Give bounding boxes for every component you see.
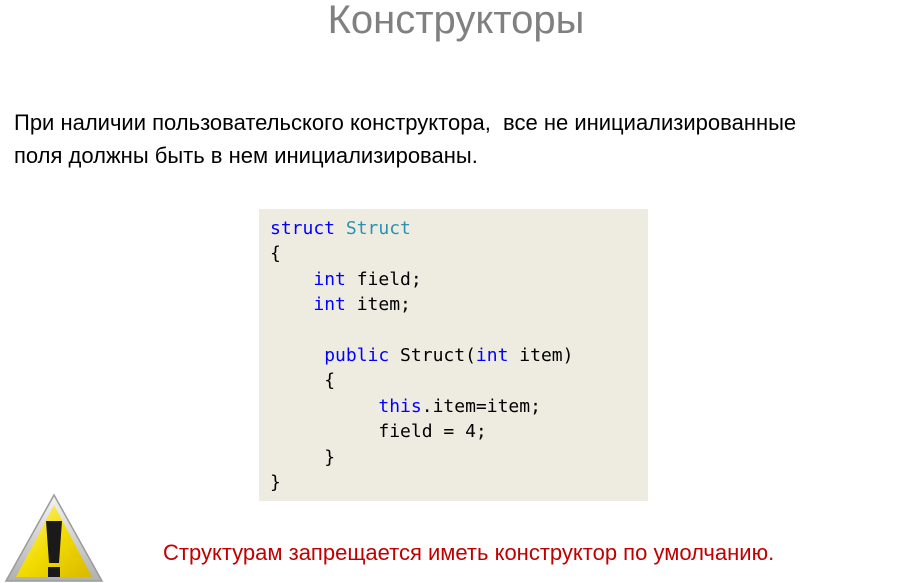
code-keyword: this (378, 395, 422, 417)
code-keyword: int (475, 344, 509, 366)
code-keyword: struct (270, 218, 336, 239)
warning-text: Структурам запрещается иметь конструктор… (163, 540, 775, 565)
code-keyword: public (324, 344, 390, 366)
code-line-1: struct Struct (270, 216, 648, 241)
code-line-3: int field; (270, 267, 648, 292)
code-line-7: { (270, 368, 648, 393)
code-text: .item=item; (421, 395, 541, 417)
code-line-2: { (270, 243, 281, 265)
code-text: item; (345, 294, 411, 316)
code-block: struct Struct { int field; int item; pub… (259, 209, 648, 501)
code-type-name: Struct (345, 218, 411, 239)
code-text: { (324, 370, 336, 392)
code-line-8: this.item=item; (270, 394, 648, 419)
code-text: field; (345, 268, 422, 290)
slide-title: Конструкторы (327, 0, 585, 42)
code-text: item) (508, 344, 574, 366)
code-text: field = 4; (378, 421, 487, 443)
code-keyword: int (313, 294, 346, 316)
code-keyword: int (313, 268, 346, 290)
code-text: Struct( (389, 344, 476, 366)
code-line-10: } (270, 445, 648, 470)
body-paragraph: При наличии пользовательского конструкто… (14, 106, 912, 172)
code-line-6: public Struct(int item) (270, 343, 648, 368)
body-line-2: поля должны быть в нем инициализированы. (14, 143, 478, 168)
code-text: } (324, 446, 336, 468)
warning-icon (4, 493, 104, 582)
code-line-11: } (270, 471, 281, 493)
code-line-4: int item; (270, 292, 648, 317)
code-line-9: field = 4; (270, 419, 648, 444)
body-line-1: При наличии пользовательского конструкто… (14, 110, 797, 135)
